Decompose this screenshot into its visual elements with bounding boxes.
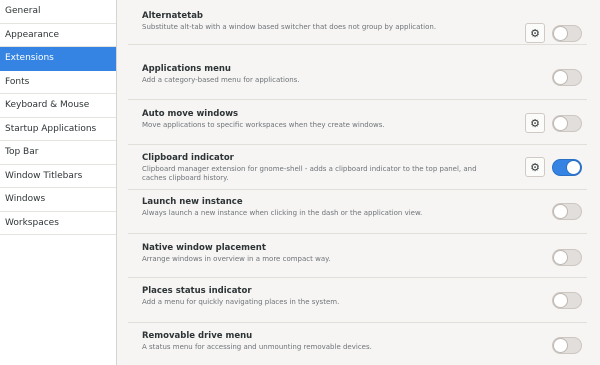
extension-title: Alternatetab bbox=[142, 11, 204, 21]
extension-row-clipboard-indicator: Clipboard indicator Clipboard manager ex… bbox=[128, 145, 587, 190]
extension-toggle[interactable] bbox=[552, 69, 582, 86]
extension-row-native-window-placement: Native window placement Arrange windows … bbox=[128, 234, 587, 278]
extension-toggle[interactable] bbox=[552, 292, 582, 309]
extensions-panel: Alternatetab Substitute alt-tab with a w… bbox=[117, 0, 600, 365]
sidebar-item-appearance[interactable]: Appearance bbox=[0, 24, 116, 47]
gear-icon: ⚙ bbox=[530, 160, 540, 174]
extension-toggle[interactable] bbox=[552, 115, 582, 132]
extension-description: Substitute alt-tab with a window based s… bbox=[142, 23, 437, 31]
extension-settings-button[interactable]: ⚙ bbox=[525, 157, 545, 177]
extension-title: Applications menu bbox=[142, 64, 231, 74]
extension-description: Move applications to specific workspaces… bbox=[142, 121, 385, 129]
sidebar-item-startup-applications[interactable]: Startup Applications bbox=[0, 118, 116, 141]
extension-toggle[interactable] bbox=[552, 337, 582, 354]
sidebar-item-fonts[interactable]: Fonts bbox=[0, 71, 116, 94]
extension-settings-button[interactable]: ⚙ bbox=[525, 113, 545, 133]
sidebar: General Appearance Extensions Fonts Keyb… bbox=[0, 0, 117, 365]
extension-title: Places status indicator bbox=[142, 286, 252, 296]
extension-row-places-status-indicator: Places status indicator Add a menu for q… bbox=[128, 278, 587, 323]
extension-title: Auto move windows bbox=[142, 109, 239, 119]
extension-toggle[interactable] bbox=[552, 25, 582, 42]
extension-title: Launch new instance bbox=[142, 197, 243, 207]
extension-row-removable-drive-menu: Removable drive menu A status menu for a… bbox=[128, 323, 587, 365]
extension-description: Always launch a new instance when clicki… bbox=[142, 209, 423, 217]
extension-title: Removable drive menu bbox=[142, 331, 253, 341]
extension-description: Add a category-based menu for applicatio… bbox=[142, 76, 300, 84]
extension-row-launch-new-instance: Launch new instance Always launch a new … bbox=[128, 190, 587, 234]
extension-description: Clipboard manager extension for gnome-sh… bbox=[142, 165, 477, 182]
extension-settings-button[interactable]: ⚙ bbox=[525, 23, 545, 43]
sidebar-item-windows[interactable]: Windows bbox=[0, 188, 116, 212]
extension-toggle[interactable] bbox=[552, 249, 582, 266]
sidebar-item-extensions[interactable]: Extensions bbox=[0, 47, 116, 71]
extension-row-alternatetab: Alternatetab Substitute alt-tab with a w… bbox=[128, 0, 587, 45]
sidebar-item-general[interactable]: General bbox=[0, 0, 116, 24]
sidebar-item-top-bar[interactable]: Top Bar bbox=[0, 141, 116, 165]
extension-row-auto-move-windows: Auto move windows Move applications to s… bbox=[128, 100, 587, 145]
extensions-list: Alternatetab Substitute alt-tab with a w… bbox=[128, 0, 587, 365]
sidebar-item-window-titlebars[interactable]: Window Titlebars bbox=[0, 165, 116, 188]
extension-toggle[interactable] bbox=[552, 159, 582, 176]
sidebar-item-keyboard-mouse[interactable]: Keyboard & Mouse bbox=[0, 94, 116, 118]
sidebar-item-workspaces[interactable]: Workspaces bbox=[0, 212, 116, 235]
extension-title: Clipboard indicator bbox=[142, 153, 234, 163]
extension-title: Native window placement bbox=[142, 243, 266, 253]
extension-description: Arrange windows in overview in a more co… bbox=[142, 255, 331, 263]
extension-row-applications-menu: Applications menu Add a category-based m… bbox=[128, 45, 587, 100]
extension-toggle[interactable] bbox=[552, 203, 582, 220]
gear-icon: ⚙ bbox=[530, 116, 540, 130]
extension-description: A status menu for accessing and unmounti… bbox=[142, 343, 372, 351]
gear-icon: ⚙ bbox=[530, 26, 540, 40]
extension-description: Add a menu for quickly navigating places… bbox=[142, 298, 340, 306]
